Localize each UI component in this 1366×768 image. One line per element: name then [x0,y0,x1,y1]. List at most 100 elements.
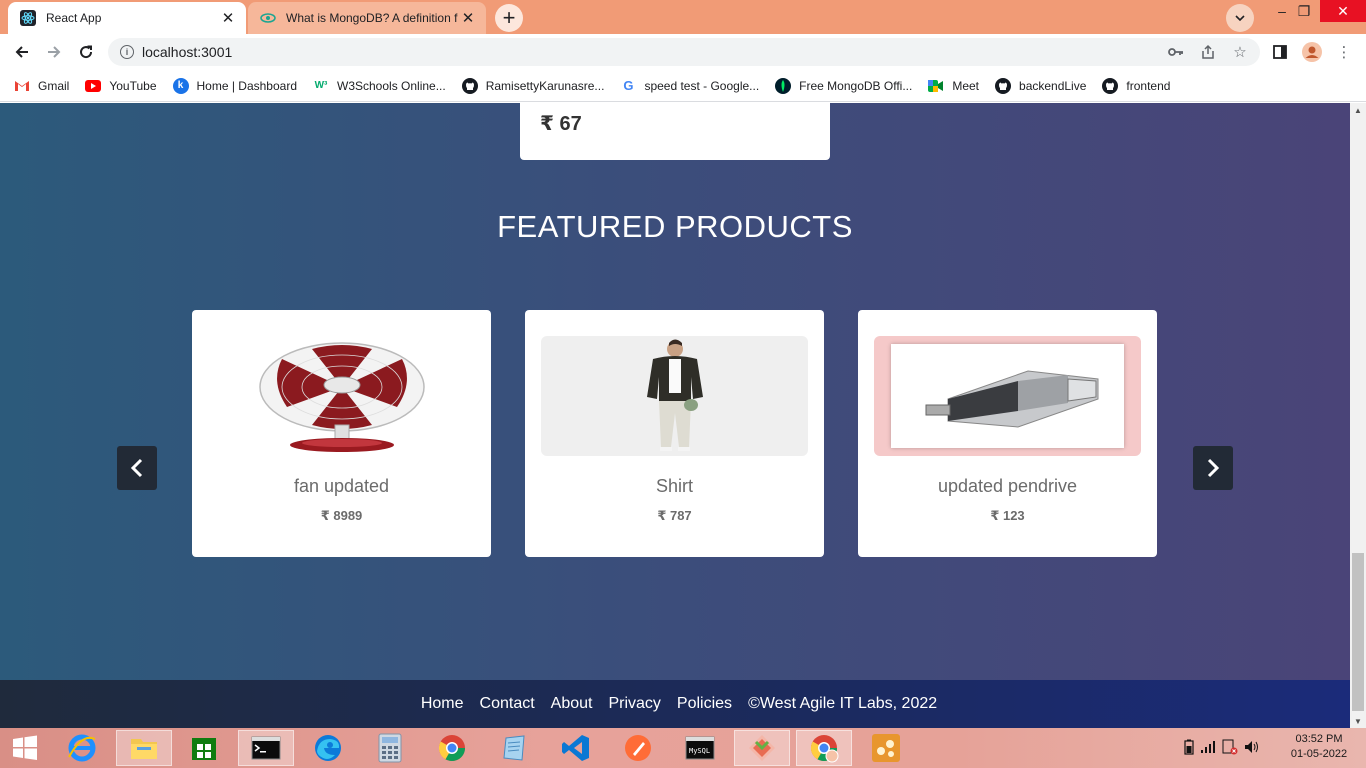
internet-explorer-icon[interactable] [54,730,110,766]
chrome-profile-icon[interactable] [796,730,852,766]
app-launcher-icon[interactable] [858,730,914,766]
product-price: ₹ 67 [540,113,582,135]
profile-avatar[interactable] [1302,42,1322,62]
mongodb-icon [775,77,792,94]
forward-button[interactable] [40,38,68,66]
man-in-jacket-image [541,336,808,456]
bookmark-mongodb[interactable]: Free MongoDB Offi... [775,77,912,94]
arrow-right-icon [48,46,61,58]
product-card[interactable]: Shirt ₹ 787 [525,310,824,557]
url-text: localhost:3001 [142,44,233,60]
bookmark-backendlive[interactable]: backendLive [995,77,1087,94]
bookmark-home-dashboard[interactable]: k Home | Dashboard [172,77,298,94]
tab-mongodb[interactable]: What is MongoDB? A definition f ✕ [248,2,486,34]
carousel-next-button[interactable] [1193,446,1233,490]
bookmark-label: Gmail [38,78,70,93]
carousel-prev-button[interactable] [117,446,157,490]
footer-link-policies[interactable]: Policies [677,695,732,713]
taskbar-clock[interactable]: 03:52 PM 01-05-2022 [1284,732,1354,762]
bookmark-frontend[interactable]: frontend [1102,77,1171,94]
scroll-up-icon[interactable]: ▲ [1350,103,1366,117]
bookmark-ramisetty[interactable]: RamisettyKarunasre... [461,77,605,94]
scroll-down-icon[interactable]: ▼ [1350,714,1366,728]
mysql-icon[interactable]: MySQL [672,730,728,766]
chevron-left-icon [130,458,143,478]
network-signal-icon[interactable] [1200,740,1216,757]
section-title: FEATURED PRODUCTS [497,209,853,244]
bookmark-w3schools[interactable]: W³ W3Schools Online... [313,78,446,94]
bookmark-speed-test[interactable]: G speed test - Google... [620,78,759,94]
battery-icon[interactable] [1184,739,1194,758]
vscode-icon[interactable] [548,730,604,766]
bookmark-label: backendLive [1019,78,1087,93]
product-price: ₹ 123 [990,508,1025,523]
reload-button[interactable] [72,38,100,66]
bookmark-label: Home | Dashboard [196,78,298,93]
system-tray [1184,728,1260,768]
close-icon[interactable]: ✕ [218,8,238,28]
info-icon[interactable]: i [120,45,134,59]
footer-link-about[interactable]: About [551,695,593,713]
window-close-button[interactable]: ✕ [1320,0,1366,22]
bookmark-label: Meet [952,78,980,93]
react-icon [20,10,36,26]
tab-react-app[interactable]: React App ✕ [8,2,246,34]
usb-pendrive-image [874,336,1141,456]
back-button[interactable] [8,38,36,66]
new-tab-button[interactable]: + [495,4,523,32]
file-explorer-icon[interactable] [116,730,172,766]
google-icon: G [623,78,634,93]
chrome-icon[interactable] [424,730,480,766]
footer-copyright: ©West Agile IT Labs, 2022 [748,695,938,712]
bookmark-label: speed test - Google... [644,78,760,93]
microsoft-store-icon[interactable] [176,730,232,766]
postman-icon[interactable] [610,730,666,766]
bookmark-gmail[interactable]: Gmail [14,78,69,94]
clock-date: 01-05-2022 [1290,748,1348,760]
chevron-right-icon [1207,458,1220,478]
product-price: ₹ 787 [657,508,692,523]
pendrive-photo-frame [891,344,1124,448]
bookmark-label: RamisettyKarunasre... [485,78,605,93]
page-scrollbar[interactable]: ▲ ▼ [1350,103,1366,728]
product-card-partial[interactable]: ₹ 67 [520,103,830,160]
more-menu-icon[interactable]: ⋮ [1334,42,1354,62]
edge-icon[interactable] [300,730,356,766]
close-icon[interactable]: ✕ [458,8,478,28]
bookmark-label: frontend [1126,78,1171,93]
notification-alert-icon[interactable] [1222,739,1238,758]
share-icon[interactable] [1198,42,1218,62]
star-icon[interactable]: ☆ [1230,42,1250,62]
tab-search-button[interactable] [1226,4,1254,32]
key-icon[interactable] [1166,42,1186,62]
notepad-icon[interactable] [486,730,542,766]
footer-link-contact[interactable]: Contact [480,695,535,713]
volume-icon[interactable] [1244,740,1260,757]
product-name: fan updated [293,476,390,496]
product-card[interactable]: fan updated ₹ 8989 [192,310,491,557]
calculator-icon[interactable] [362,730,418,766]
footer-link-privacy[interactable]: Privacy [608,695,660,713]
product-card[interactable]: updated pendrive ₹ 123 [858,310,1157,557]
footer-link-home[interactable]: Home [421,695,464,713]
start-button[interactable] [0,730,50,766]
product-name: updated pendrive [937,476,1078,496]
restore-button[interactable]: ❐ [1284,0,1324,22]
bookmarks-bar: Gmail YouTube k Home | Dashboard W³ W3Sc… [0,70,1366,102]
table-fan-image [208,336,475,456]
github-icon [1102,77,1119,94]
git-icon[interactable] [734,730,790,766]
windows-logo-icon [13,735,37,760]
address-bar[interactable]: i localhost:3001 [108,38,1260,66]
product-price: ₹ 8989 [320,508,363,523]
product-name: Shirt [655,476,693,496]
windows-taskbar: MySQL 03:52 PM 01-05-2022 [0,728,1366,768]
chevron-down-icon [1235,15,1245,22]
svg-text:MySQL: MySQL [689,747,710,755]
bookmark-youtube[interactable]: YouTube [85,78,157,94]
bookmark-meet[interactable]: Meet [928,78,979,94]
scrollbar-thumb[interactable] [1352,553,1364,711]
side-panel-icon[interactable] [1270,42,1290,62]
command-prompt-icon[interactable] [238,730,294,766]
bookmark-label: W3Schools Online... [337,78,446,93]
